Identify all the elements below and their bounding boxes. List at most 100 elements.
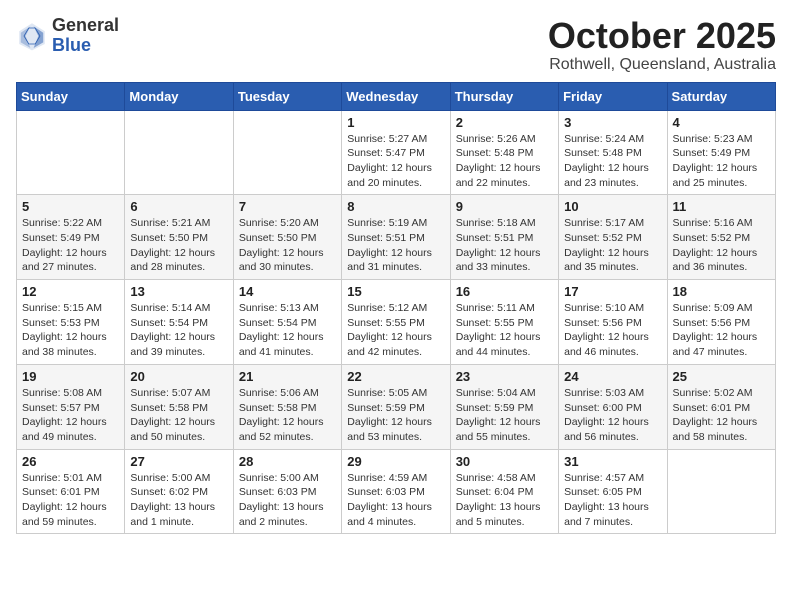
day-info: Sunrise: 5:16 AM Sunset: 5:52 PM Dayligh… bbox=[673, 216, 770, 275]
logo-blue: Blue bbox=[52, 36, 119, 56]
calendar-cell: 25 Sunrise: 5:02 AM Sunset: 6:01 PM Dayli… bbox=[667, 364, 775, 449]
page-header: General Blue October 2025 Rothwell, Quee… bbox=[16, 16, 776, 74]
calendar-cell: 12 Sunrise: 5:15 AM Sunset: 5:53 PM Dayli… bbox=[17, 280, 125, 365]
day-number: 19 bbox=[22, 369, 119, 384]
day-info: Sunrise: 5:26 AM Sunset: 5:48 PM Dayligh… bbox=[456, 132, 553, 191]
calendar-cell: 5 Sunrise: 5:22 AM Sunset: 5:49 PM Daylig… bbox=[17, 195, 125, 280]
day-of-week-header: Monday bbox=[125, 82, 233, 110]
calendar-cell: 4Sunrise: 5:23 AM Sunset: 5:49 PM Daylig… bbox=[667, 110, 775, 195]
calendar-cell bbox=[125, 110, 233, 195]
day-info: Sunrise: 5:03 AM Sunset: 6:00 PM Dayligh… bbox=[564, 386, 661, 445]
day-info: Sunrise: 5:06 AM Sunset: 5:58 PM Dayligh… bbox=[239, 386, 336, 445]
calendar-cell: 7 Sunrise: 5:20 AM Sunset: 5:50 PM Daylig… bbox=[233, 195, 341, 280]
day-number: 29 bbox=[347, 454, 444, 469]
calendar-cell: 26 Sunrise: 5:01 AM Sunset: 6:01 PM Dayli… bbox=[17, 449, 125, 534]
calendar-week-row: 5 Sunrise: 5:22 AM Sunset: 5:49 PM Daylig… bbox=[17, 195, 776, 280]
day-info: Sunrise: 5:04 AM Sunset: 5:59 PM Dayligh… bbox=[456, 386, 553, 445]
day-number: 17 bbox=[564, 284, 661, 299]
day-info: Sunrise: 4:59 AM Sunset: 6:03 PM Dayligh… bbox=[347, 471, 444, 530]
calendar-cell bbox=[233, 110, 341, 195]
calendar-cell bbox=[667, 449, 775, 534]
day-number: 12 bbox=[22, 284, 119, 299]
day-info: Sunrise: 5:27 AM Sunset: 5:47 PM Dayligh… bbox=[347, 132, 444, 191]
logo: General Blue bbox=[16, 16, 119, 56]
calendar-week-row: 1Sunrise: 5:27 AM Sunset: 5:47 PM Daylig… bbox=[17, 110, 776, 195]
day-info: Sunrise: 5:10 AM Sunset: 5:56 PM Dayligh… bbox=[564, 301, 661, 360]
logo-general: General bbox=[52, 16, 119, 36]
calendar-cell: 13Sunrise: 5:14 AM Sunset: 5:54 PM Dayli… bbox=[125, 280, 233, 365]
calendar-cell: 30Sunrise: 4:58 AM Sunset: 6:04 PM Dayli… bbox=[450, 449, 558, 534]
day-number: 18 bbox=[673, 284, 770, 299]
day-number: 13 bbox=[130, 284, 227, 299]
calendar-cell: 8 Sunrise: 5:19 AM Sunset: 5:51 PM Daylig… bbox=[342, 195, 450, 280]
day-of-week-header: Saturday bbox=[667, 82, 775, 110]
day-info: Sunrise: 5:18 AM Sunset: 5:51 PM Dayligh… bbox=[456, 216, 553, 275]
day-info: Sunrise: 5:08 AM Sunset: 5:57 PM Dayligh… bbox=[22, 386, 119, 445]
calendar-cell: 17 Sunrise: 5:10 AM Sunset: 5:56 PM Dayli… bbox=[559, 280, 667, 365]
day-number: 26 bbox=[22, 454, 119, 469]
calendar-cell: 22 Sunrise: 5:05 AM Sunset: 5:59 PM Dayli… bbox=[342, 364, 450, 449]
day-number: 8 bbox=[347, 199, 444, 214]
calendar-cell: 27 Sunrise: 5:00 AM Sunset: 6:02 PM Dayli… bbox=[125, 449, 233, 534]
day-number: 5 bbox=[22, 199, 119, 214]
calendar-cell: 29 Sunrise: 4:59 AM Sunset: 6:03 PM Dayli… bbox=[342, 449, 450, 534]
day-number: 9 bbox=[456, 199, 553, 214]
day-number: 16 bbox=[456, 284, 553, 299]
location: Rothwell, Queensland, Australia bbox=[548, 56, 776, 74]
day-info: Sunrise: 5:07 AM Sunset: 5:58 PM Dayligh… bbox=[130, 386, 227, 445]
day-number: 27 bbox=[130, 454, 227, 469]
calendar-cell: 18Sunrise: 5:09 AM Sunset: 5:56 PM Dayli… bbox=[667, 280, 775, 365]
day-info: Sunrise: 5:00 AM Sunset: 6:02 PM Dayligh… bbox=[130, 471, 227, 530]
day-number: 11 bbox=[673, 199, 770, 214]
day-info: Sunrise: 5:01 AM Sunset: 6:01 PM Dayligh… bbox=[22, 471, 119, 530]
day-of-week-header: Thursday bbox=[450, 82, 558, 110]
month-title: October 2025 bbox=[548, 16, 776, 56]
calendar-cell: 23 Sunrise: 5:04 AM Sunset: 5:59 PM Dayli… bbox=[450, 364, 558, 449]
day-number: 28 bbox=[239, 454, 336, 469]
title-section: October 2025 Rothwell, Queensland, Austr… bbox=[548, 16, 776, 74]
day-info: Sunrise: 4:57 AM Sunset: 6:05 PM Dayligh… bbox=[564, 471, 661, 530]
day-of-week-header: Sunday bbox=[17, 82, 125, 110]
day-info: Sunrise: 5:12 AM Sunset: 5:55 PM Dayligh… bbox=[347, 301, 444, 360]
day-info: Sunrise: 4:58 AM Sunset: 6:04 PM Dayligh… bbox=[456, 471, 553, 530]
calendar-cell: 1Sunrise: 5:27 AM Sunset: 5:47 PM Daylig… bbox=[342, 110, 450, 195]
day-number: 23 bbox=[456, 369, 553, 384]
calendar-cell: 3 Sunrise: 5:24 AM Sunset: 5:48 PM Daylig… bbox=[559, 110, 667, 195]
day-number: 6 bbox=[130, 199, 227, 214]
day-info: Sunrise: 5:20 AM Sunset: 5:50 PM Dayligh… bbox=[239, 216, 336, 275]
calendar-week-row: 12 Sunrise: 5:15 AM Sunset: 5:53 PM Dayli… bbox=[17, 280, 776, 365]
calendar-cell: 6Sunrise: 5:21 AM Sunset: 5:50 PM Daylig… bbox=[125, 195, 233, 280]
day-number: 2 bbox=[456, 115, 553, 130]
day-info: Sunrise: 5:13 AM Sunset: 5:54 PM Dayligh… bbox=[239, 301, 336, 360]
calendar-week-row: 19 Sunrise: 5:08 AM Sunset: 5:57 PM Dayli… bbox=[17, 364, 776, 449]
day-info: Sunrise: 5:24 AM Sunset: 5:48 PM Dayligh… bbox=[564, 132, 661, 191]
day-info: Sunrise: 5:11 AM Sunset: 5:55 PM Dayligh… bbox=[456, 301, 553, 360]
day-info: Sunrise: 5:05 AM Sunset: 5:59 PM Dayligh… bbox=[347, 386, 444, 445]
calendar-header-row: SundayMondayTuesdayWednesdayThursdayFrid… bbox=[17, 82, 776, 110]
calendar-cell: 24 Sunrise: 5:03 AM Sunset: 6:00 PM Dayli… bbox=[559, 364, 667, 449]
logo-text: General Blue bbox=[52, 16, 119, 56]
day-info: Sunrise: 5:00 AM Sunset: 6:03 PM Dayligh… bbox=[239, 471, 336, 530]
day-number: 24 bbox=[564, 369, 661, 384]
calendar-cell: 15 Sunrise: 5:12 AM Sunset: 5:55 PM Dayli… bbox=[342, 280, 450, 365]
calendar-cell: 21 Sunrise: 5:06 AM Sunset: 5:58 PM Dayli… bbox=[233, 364, 341, 449]
day-number: 15 bbox=[347, 284, 444, 299]
calendar-cell: 19 Sunrise: 5:08 AM Sunset: 5:57 PM Dayli… bbox=[17, 364, 125, 449]
day-number: 3 bbox=[564, 115, 661, 130]
calendar-cell: 31Sunrise: 4:57 AM Sunset: 6:05 PM Dayli… bbox=[559, 449, 667, 534]
day-number: 7 bbox=[239, 199, 336, 214]
day-info: Sunrise: 5:22 AM Sunset: 5:49 PM Dayligh… bbox=[22, 216, 119, 275]
calendar-cell: 20 Sunrise: 5:07 AM Sunset: 5:58 PM Dayli… bbox=[125, 364, 233, 449]
calendar-table: SundayMondayTuesdayWednesdayThursdayFrid… bbox=[16, 82, 776, 535]
day-number: 21 bbox=[239, 369, 336, 384]
calendar-cell: 10Sunrise: 5:17 AM Sunset: 5:52 PM Dayli… bbox=[559, 195, 667, 280]
day-number: 22 bbox=[347, 369, 444, 384]
day-info: Sunrise: 5:19 AM Sunset: 5:51 PM Dayligh… bbox=[347, 216, 444, 275]
day-number: 20 bbox=[130, 369, 227, 384]
day-info: Sunrise: 5:02 AM Sunset: 6:01 PM Dayligh… bbox=[673, 386, 770, 445]
day-number: 25 bbox=[673, 369, 770, 384]
day-of-week-header: Wednesday bbox=[342, 82, 450, 110]
day-info: Sunrise: 5:15 AM Sunset: 5:53 PM Dayligh… bbox=[22, 301, 119, 360]
calendar-cell: 2 Sunrise: 5:26 AM Sunset: 5:48 PM Daylig… bbox=[450, 110, 558, 195]
calendar-cell bbox=[17, 110, 125, 195]
